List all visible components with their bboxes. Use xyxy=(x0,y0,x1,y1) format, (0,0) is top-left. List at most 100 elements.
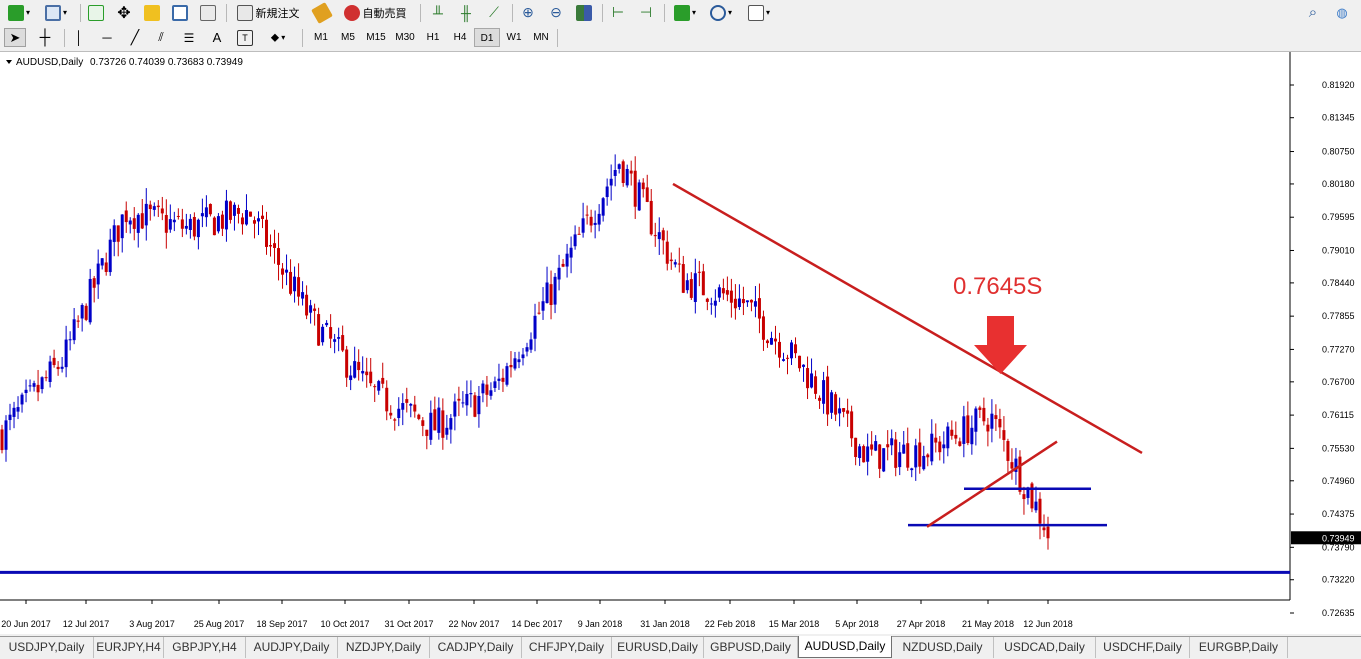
candle-body xyxy=(966,415,970,444)
text-label-tool[interactable]: T xyxy=(234,28,256,47)
timeframe-mn[interactable]: MN xyxy=(528,28,554,47)
channel-tool[interactable]: ⫽ xyxy=(150,28,172,47)
cursor-icon: ➤ xyxy=(9,29,21,45)
chart-canvas[interactable]: 0.81920 0.81345 0.80750 0.80180 0.79595 0.790… xyxy=(0,52,1361,634)
timeframe-m1[interactable]: M1 xyxy=(308,28,334,47)
chart-tab[interactable]: GBPJPY,H4 xyxy=(164,637,246,658)
chart-tab[interactable]: CHFJPY,Daily xyxy=(522,637,612,658)
chart-tab[interactable]: USDCHF,Daily xyxy=(1096,637,1190,658)
candle-body xyxy=(124,210,128,223)
crosshair-tool[interactable]: ┼ xyxy=(34,28,56,47)
candle-body xyxy=(0,429,4,451)
candle-body xyxy=(653,235,657,237)
chart-tab[interactable]: CADJPY,Daily xyxy=(430,637,522,658)
vertical-line-tool[interactable]: │ xyxy=(70,28,88,47)
candle-body xyxy=(260,215,264,219)
price-tick-label: 0.80750 xyxy=(1322,147,1355,157)
chart-tab[interactable]: EURJPY,H4 xyxy=(94,637,164,658)
candle-body xyxy=(56,366,60,370)
candle-body xyxy=(777,341,781,358)
candle-body xyxy=(301,292,305,299)
chart-tab[interactable]: USDJPY,Daily xyxy=(0,637,94,658)
chart-shift-button[interactable]: ⊢ xyxy=(608,3,628,22)
timeframe-h1[interactable]: H1 xyxy=(420,28,446,47)
search-button[interactable]: ⌕ xyxy=(1303,3,1323,22)
market-watch-button[interactable] xyxy=(86,3,106,22)
trendline-icon: ╱ xyxy=(130,29,140,45)
candle-body xyxy=(649,200,653,235)
timeframe-h4[interactable]: H4 xyxy=(447,28,473,47)
chart-window[interactable]: 0.81920 0.81345 0.80750 0.80180 0.79595 0.790… xyxy=(0,52,1361,634)
candle-body xyxy=(950,429,954,436)
candlestick-button[interactable]: ╫ xyxy=(456,3,476,22)
new-order-button[interactable]: 新規注文 xyxy=(232,3,304,22)
terminal-button[interactable] xyxy=(170,3,190,22)
candle-body xyxy=(200,213,204,217)
chart-tab[interactable]: AUDJPY,Daily xyxy=(246,637,338,658)
bar-chart-button[interactable]: ╨ xyxy=(428,3,448,22)
candle-body xyxy=(613,170,617,176)
data-window-button[interactable]: ✥ xyxy=(114,3,134,22)
candle-body xyxy=(381,377,385,384)
auto-trading-icon xyxy=(343,4,360,21)
date-tick-label: 25 Aug 2017 xyxy=(194,619,245,629)
dropdown-arrow-icon: ▾ xyxy=(691,8,696,17)
candle-body xyxy=(806,368,810,389)
tile-windows-button[interactable] xyxy=(574,3,594,22)
chart-tabs: USDJPY,Daily EURJPY,H4 GBPJPY,H4 AUDJPY,Dai… xyxy=(0,636,1361,659)
date-tick-label: 9 Jan 2018 xyxy=(578,619,623,629)
auto-scroll-button[interactable]: ⊣ xyxy=(636,3,656,22)
timeframe-d1[interactable]: D1 xyxy=(474,28,500,47)
timeframe-w1[interactable]: W1 xyxy=(501,28,527,47)
chart-tab[interactable]: USDCAD,Daily xyxy=(994,637,1096,658)
candle-body xyxy=(609,178,613,186)
zoom-out-button[interactable]: ⊖ xyxy=(546,3,566,22)
auto-trading-button[interactable]: 自動売買 xyxy=(338,3,412,22)
candle-body xyxy=(164,214,168,233)
candle-body xyxy=(854,437,858,458)
candle-body xyxy=(914,445,918,468)
vertical-line-icon: │ xyxy=(74,30,84,45)
chart-tab[interactable]: EURGBP,Daily xyxy=(1190,637,1288,658)
timeframe-m15[interactable]: M15 xyxy=(362,28,390,47)
candle-body xyxy=(417,414,421,419)
templates-button[interactable]: ▾ xyxy=(744,3,774,22)
candle-body xyxy=(397,408,401,419)
chart-tab[interactable]: NZDJPY,Daily xyxy=(338,637,430,658)
date-tick-label: 18 Sep 2017 xyxy=(256,619,307,629)
text-tool[interactable]: A xyxy=(206,28,228,47)
chart-tab[interactable]: GBPUSD,Daily xyxy=(704,637,798,658)
metaeditor-button[interactable] xyxy=(311,1,333,24)
arrows-tool[interactable]: ⬥ ▾ xyxy=(262,28,294,47)
chart-tab[interactable]: EURUSD,Daily xyxy=(612,637,704,658)
zoom-in-button[interactable]: ⊕ xyxy=(518,3,538,22)
symbol-header: AUDUSD,Daily xyxy=(16,57,83,68)
candle-body xyxy=(998,418,1002,428)
candle-body xyxy=(212,217,216,236)
line-chart-button[interactable]: ⟋ xyxy=(484,3,504,22)
drawing-toolbar: ➤ ┼ │ ─ ╱ ⫽ ☰ A T ⬥ ▾ M1 M5 M15 M30 H1 H4 D1 W1 M… xyxy=(0,25,1361,52)
new-chart-button[interactable]: ▾ xyxy=(4,3,34,22)
chart-tab[interactable]: AUDUSD,Daily xyxy=(798,636,892,658)
chart-tab[interactable]: NZDUSD,Daily xyxy=(892,637,994,658)
horizontal-line-tool[interactable]: ─ xyxy=(96,28,118,47)
cursor-tool[interactable]: ➤ xyxy=(4,28,26,47)
candle-body xyxy=(577,233,581,235)
date-tick-label: 15 Mar 2018 xyxy=(769,619,820,629)
candle-body xyxy=(810,373,814,388)
candle-body xyxy=(461,402,465,404)
timeframe-m30[interactable]: M30 xyxy=(391,28,419,47)
candle-body xyxy=(625,168,629,186)
candle-body xyxy=(341,335,345,351)
profiles-button[interactable]: ▾ xyxy=(40,3,72,22)
navigator-button[interactable] xyxy=(142,3,162,22)
fibonacci-tool[interactable]: ☰ xyxy=(178,28,200,47)
chat-button[interactable]: ◍ xyxy=(1330,3,1354,22)
indicators-button[interactable]: ▾ xyxy=(670,3,700,22)
timeframe-m5[interactable]: M5 xyxy=(335,28,361,47)
candle-body xyxy=(188,218,192,230)
candle-body xyxy=(361,370,365,374)
strategy-tester-button[interactable] xyxy=(198,3,218,22)
periods-button[interactable]: ▾ xyxy=(706,3,736,22)
trendline-tool[interactable]: ╱ xyxy=(124,28,146,47)
